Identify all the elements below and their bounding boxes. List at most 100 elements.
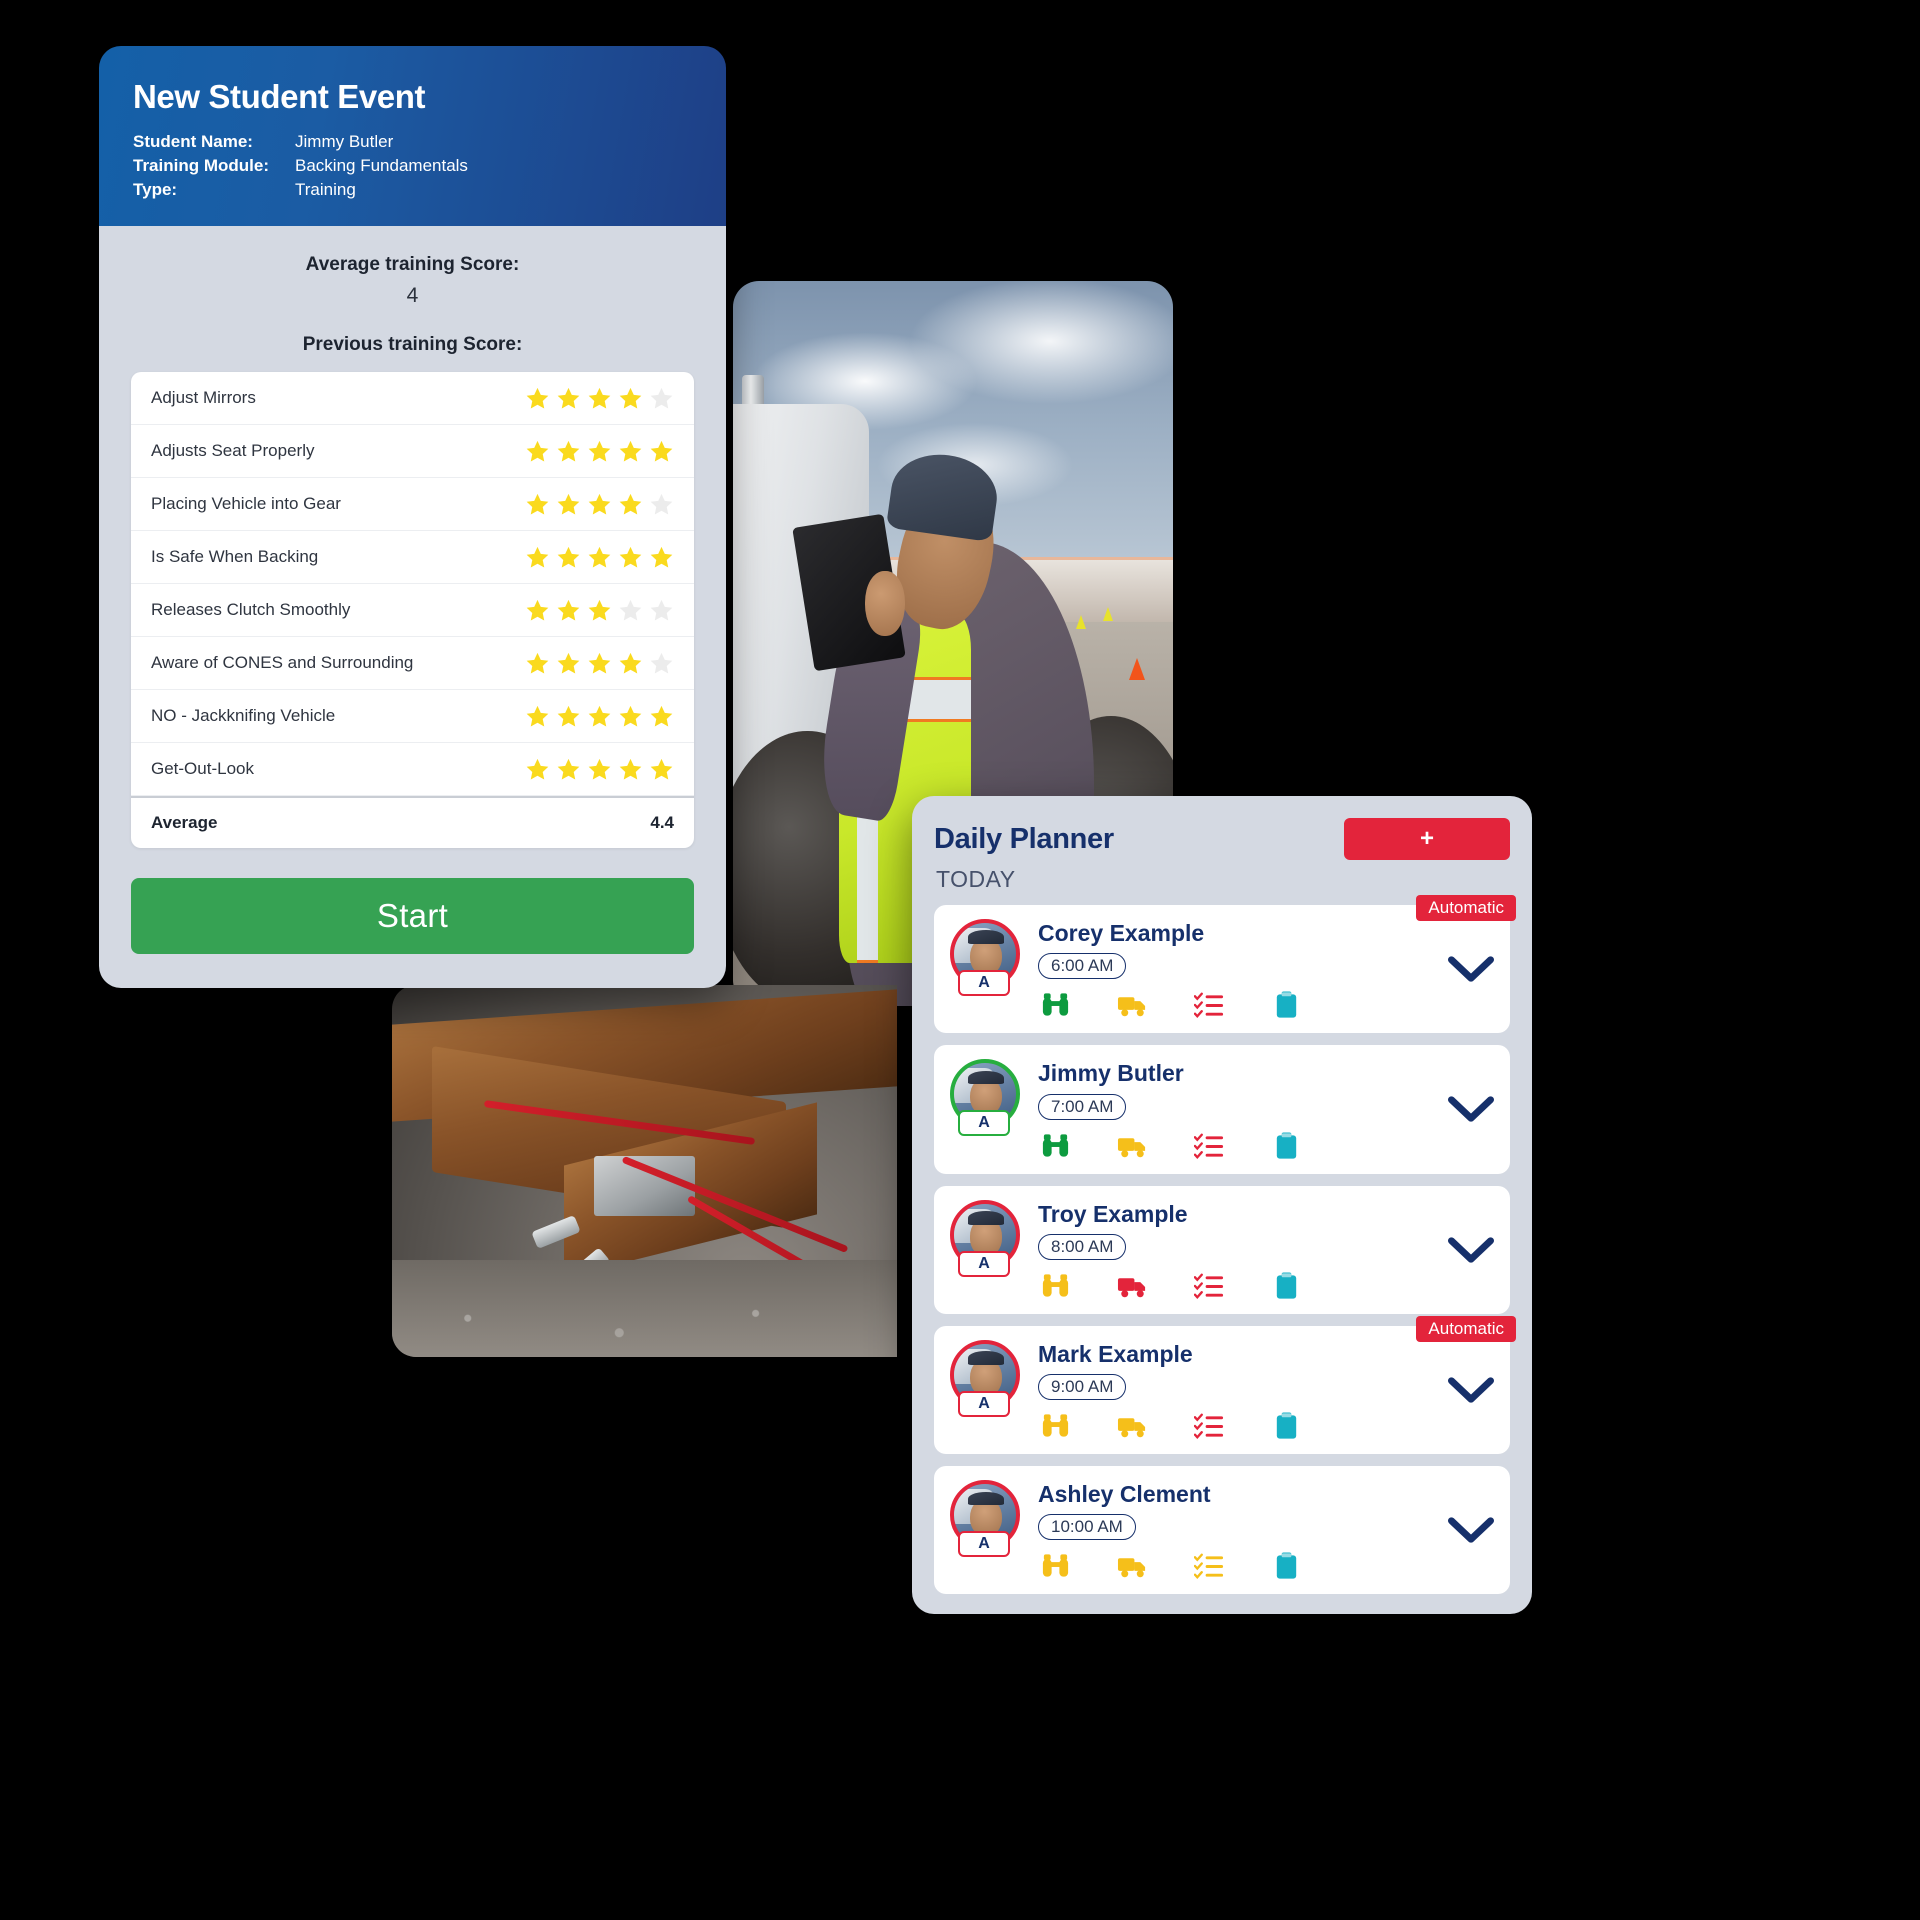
avatar-status-badge: A — [958, 1110, 1010, 1137]
avatar-cap — [967, 1491, 1004, 1506]
star-filled-icon — [526, 758, 549, 780]
star-filled-icon — [588, 546, 611, 568]
star-filled-icon — [557, 440, 580, 462]
checklist-icon[interactable] — [1194, 1412, 1225, 1440]
student-name-value: Jimmy Butler — [295, 132, 394, 151]
star-rating[interactable] — [525, 439, 674, 464]
star-rating[interactable] — [525, 598, 674, 623]
chevron-down-icon[interactable] — [1448, 1096, 1494, 1123]
checklist-icon[interactable] — [1194, 991, 1225, 1019]
planner-entry-main: Troy Example 8:00 AM — [1038, 1200, 1440, 1300]
daily-planner-header: Daily Planner + — [934, 818, 1510, 860]
score-row-label: Aware of CONES and Surrounding — [151, 653, 414, 673]
planner-entry-row[interactable]: A Ashley Clement 10:00 AM — [934, 1466, 1510, 1595]
score-row-label: Releases Clutch Smoothly — [151, 600, 351, 620]
star-filled-icon — [557, 493, 580, 515]
avatar-status-badge: A — [958, 970, 1010, 996]
planner-entry-row[interactable]: Automatic A Corey Example 6:00 AM — [934, 895, 1516, 1034]
binoculars-icon[interactable] — [1040, 1132, 1071, 1160]
star-rating[interactable] — [525, 545, 674, 570]
clipboard-icon[interactable] — [1271, 1132, 1302, 1160]
star-filled-icon — [650, 705, 673, 727]
avatar-status-badge: A — [958, 1390, 1010, 1417]
star-rating[interactable] — [525, 651, 674, 676]
daily-planner-title: Daily Planner — [934, 822, 1114, 855]
previous-score-label: Previous training Score: — [302, 334, 523, 356]
star-filled-icon — [588, 493, 611, 515]
star-filled-icon — [650, 758, 673, 780]
chevron-down-icon[interactable] — [1448, 956, 1494, 982]
planner-entry-row[interactable]: Automatic A Mark Example 9:00 AM — [934, 1315, 1516, 1455]
binoculars-icon[interactable] — [1040, 1412, 1071, 1440]
score-row: Adjust Mirrors — [131, 372, 694, 426]
planner-entry-time: 7:00 AM — [1038, 1093, 1127, 1120]
planner-entry-name: Ashley Clement — [1038, 1481, 1211, 1508]
average-row: Average 4.4 — [131, 796, 694, 848]
student-name-row: Student Name: Jimmy Butler — [133, 130, 692, 154]
clipboard-icon[interactable] — [1271, 1272, 1302, 1300]
avatar-wrap: A — [950, 919, 1026, 996]
planner-icon-row — [1038, 1552, 1440, 1580]
clipboard-icon[interactable] — [1271, 991, 1302, 1019]
screenshot-stage: New Student Event Student Name: Jimmy Bu… — [0, 0, 1920, 1920]
type-row: Type: Training — [133, 178, 692, 202]
average-score-value: 4 — [406, 284, 419, 308]
clipboard-icon[interactable] — [1271, 1552, 1302, 1580]
training-card-header: New Student Event Student Name: Jimmy Bu… — [99, 46, 726, 227]
planner-entry-row[interactable]: A Troy Example 8:00 AM — [934, 1185, 1510, 1314]
truck-icon[interactable] — [1117, 1552, 1148, 1580]
planner-entry-row[interactable]: A Jimmy Butler 7:00 AM — [934, 1045, 1510, 1174]
gravel-ground — [392, 1260, 897, 1357]
score-row: Placing Vehicle into Gear — [131, 478, 694, 532]
automatic-badge: Automatic — [1416, 895, 1516, 921]
score-row: NO - Jackknifing Vehicle — [131, 690, 694, 744]
planner-entry-time: 6:00 AM — [1038, 953, 1127, 980]
star-filled-icon — [588, 440, 611, 462]
star-filled-icon — [526, 493, 549, 515]
score-row: Adjusts Seat Properly — [131, 425, 694, 479]
truck-icon[interactable] — [1117, 1412, 1148, 1440]
traffic-cone-icon — [1102, 607, 1113, 622]
add-event-button[interactable]: + — [1344, 818, 1510, 860]
star-filled-icon — [650, 440, 673, 462]
star-rating[interactable] — [525, 704, 674, 729]
today-section-label: TODAY — [936, 866, 1016, 892]
average-row-label: Average — [151, 813, 218, 833]
star-filled-icon — [557, 705, 580, 727]
checklist-icon[interactable] — [1194, 1552, 1225, 1580]
star-filled-icon — [619, 493, 642, 515]
student-name-label: Student Name: — [133, 132, 253, 151]
checklist-icon[interactable] — [1194, 1272, 1225, 1300]
star-rating[interactable] — [525, 757, 674, 782]
star-filled-icon — [526, 599, 549, 621]
start-button[interactable]: Start — [131, 878, 694, 955]
star-rating[interactable] — [525, 492, 674, 517]
chevron-down-icon[interactable] — [1448, 1377, 1494, 1403]
truck-icon[interactable] — [1117, 991, 1148, 1019]
avatar-status-badge: A — [958, 1250, 1010, 1277]
star-empty-icon — [650, 599, 673, 621]
average-row-value: 4.4 — [650, 813, 674, 833]
avatar-wrap: A — [950, 1339, 1026, 1417]
trailer-frame-photo — [392, 985, 897, 1357]
score-row-label: Adjust Mirrors — [151, 388, 256, 408]
training-module-label: Training Module: — [133, 156, 269, 176]
truck-icon[interactable] — [1117, 1132, 1148, 1160]
traffic-cone-icon — [1076, 614, 1087, 629]
chevron-down-icon[interactable] — [1448, 1237, 1494, 1263]
planner-entry-main: Mark Example 9:00 AM — [1038, 1340, 1440, 1440]
new-student-event-card: New Student Event Student Name: Jimmy Bu… — [99, 46, 726, 989]
score-row-label: NO - Jackknifing Vehicle — [151, 706, 336, 726]
checklist-icon[interactable] — [1194, 1132, 1225, 1160]
average-score-label: Average training Score: — [305, 254, 520, 276]
chevron-down-icon[interactable] — [1448, 1517, 1494, 1543]
training-module-value: Backing Fundamentals — [295, 156, 468, 176]
star-rating[interactable] — [525, 386, 674, 411]
binoculars-icon[interactable] — [1040, 991, 1071, 1019]
star-filled-icon — [588, 705, 611, 727]
binoculars-icon[interactable] — [1040, 1272, 1071, 1300]
star-filled-icon — [588, 599, 611, 621]
binoculars-icon[interactable] — [1040, 1552, 1071, 1580]
truck-icon[interactable] — [1117, 1272, 1148, 1300]
clipboard-icon[interactable] — [1271, 1412, 1302, 1440]
